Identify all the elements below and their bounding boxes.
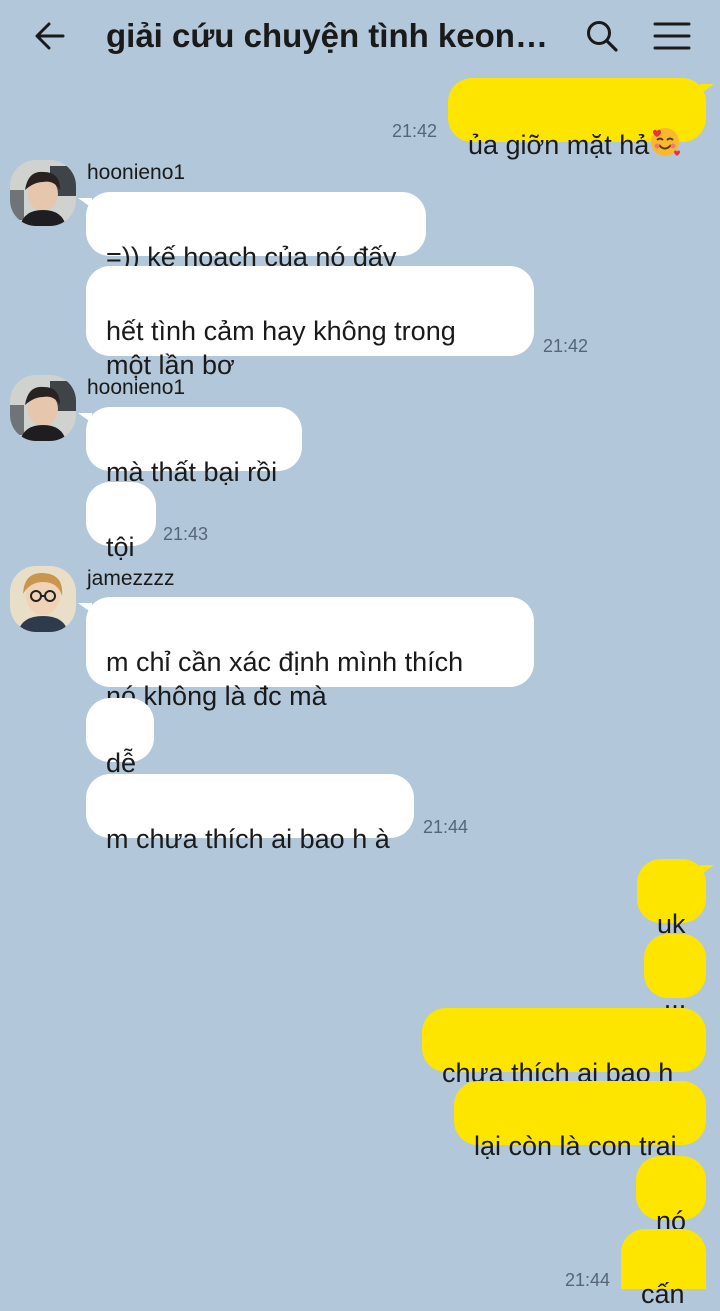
message-text: hết tình cảm hay không trong một lần bơ [106, 316, 456, 380]
arrow-left-icon [35, 22, 65, 50]
message-time: 21:42 [392, 121, 438, 141]
hamburger-menu-icon [653, 22, 691, 50]
message-text: m chỉ cần xác định mình thích nó không l… [106, 647, 464, 711]
message-text: ủa giỡn mặt hả [468, 130, 650, 160]
message-time: 21:43 [163, 524, 209, 544]
outgoing-message[interactable]: uk [637, 859, 714, 939]
message-text: m chưa thích ai bao h à [106, 824, 390, 854]
menu-button[interactable] [648, 14, 696, 58]
message-text: lại còn là con trai [474, 1131, 677, 1161]
back-button[interactable] [28, 14, 72, 58]
message-time: 21:44 [423, 817, 469, 837]
incoming-message[interactable]: hết tình cảm hay không trong một lần bơ [86, 266, 534, 380]
sender-name: hoonieno1 [87, 161, 186, 184]
incoming-message[interactable]: mà thất bại rồi [78, 407, 302, 487]
incoming-message[interactable]: m chưa thích ai bao h à [86, 774, 414, 854]
outgoing-message[interactable]: cấn [621, 1229, 706, 1309]
incoming-message[interactable]: dễ [86, 698, 154, 778]
avatar[interactable] [10, 160, 76, 226]
sender-name: jamezzzz [87, 567, 175, 590]
outgoing-message[interactable]: ... [644, 934, 706, 1014]
avatar[interactable] [10, 375, 76, 441]
sender-name: hoonieno1 [87, 376, 186, 399]
search-icon [587, 21, 618, 52]
message-time: 21:42 [543, 336, 589, 356]
smiling-face-with-hearts-icon [649, 126, 681, 166]
incoming-message[interactable]: tội [86, 482, 156, 562]
message-time: 21:44 [565, 1270, 611, 1290]
outgoing-message[interactable]: nó [636, 1156, 706, 1236]
outgoing-message[interactable]: ủa giỡn mặt hả [448, 78, 714, 160]
message-text: tội [106, 532, 135, 562]
avatar[interactable] [10, 566, 76, 632]
incoming-message[interactable]: =)) kế hoạch của nó đấy [78, 192, 426, 272]
message-text: cấn [641, 1279, 685, 1309]
chat-header: giải cứu chuyện tình keonh... [0, 0, 720, 72]
search-button[interactable] [580, 14, 624, 58]
incoming-message[interactable]: m chỉ cần xác định mình thích nó không l… [78, 597, 534, 711]
chat-title[interactable]: giải cứu chuyện tình keonh... [106, 14, 550, 58]
outgoing-message[interactable]: lại còn là con trai [454, 1081, 706, 1161]
outgoing-message[interactable]: chưa thích ai bao h [422, 1008, 706, 1088]
